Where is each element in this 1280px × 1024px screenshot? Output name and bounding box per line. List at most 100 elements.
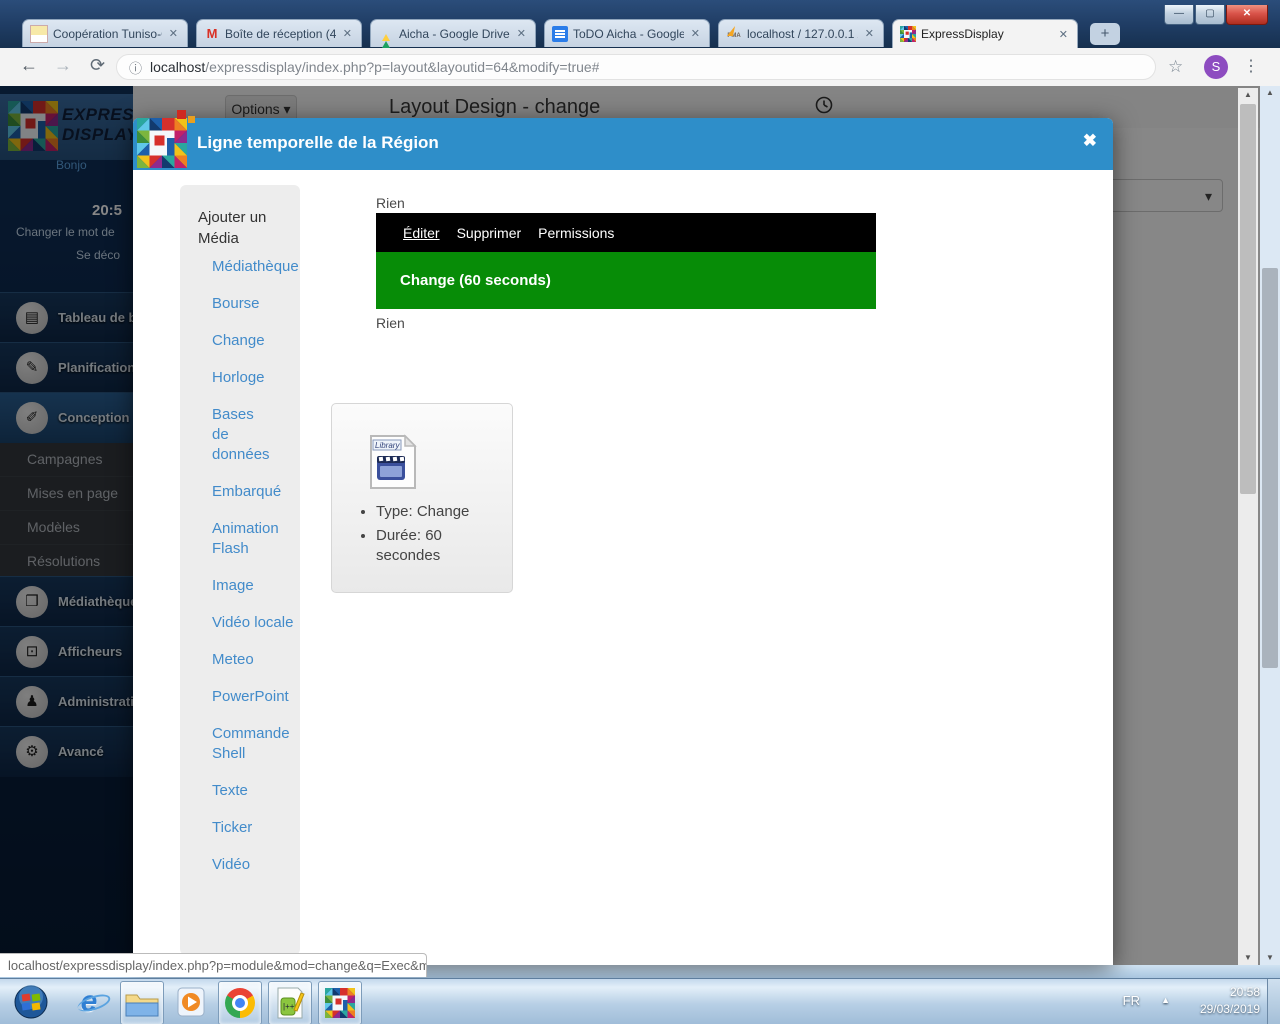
media-type-powerpoint[interactable]: PowerPoint xyxy=(212,688,289,705)
add-media-panel: Ajouter un Média Médiathèque Bourse Chan… xyxy=(180,185,300,955)
forward-icon[interactable]: → xyxy=(54,55,72,76)
scrollbar-thumb[interactable] xyxy=(1240,104,1256,494)
media-type-animation-flash[interactable]: Animation Flash xyxy=(212,520,279,557)
scroll-down-icon[interactable]: ▼ xyxy=(1260,951,1280,965)
delete-link[interactable]: Supprimer xyxy=(457,225,522,241)
media-type-texte[interactable]: Texte xyxy=(212,782,248,799)
media-type-change[interactable]: Change xyxy=(212,332,265,349)
list-item: Change xyxy=(212,331,296,351)
browser-menu-icon[interactable]: ⋮ xyxy=(1243,56,1259,76)
tray-expand-icon[interactable]: ▲ xyxy=(1161,995,1170,1005)
drive-favicon xyxy=(378,26,394,42)
ie-icon[interactable]: e xyxy=(68,981,110,1023)
media-type-list: Médiathèque Bourse Change Horloge Bases … xyxy=(212,257,296,892)
list-item: Bourse xyxy=(212,294,296,314)
list-item: Vidéo locale xyxy=(212,613,296,633)
tab-title: Aicha - Google Drive xyxy=(399,27,510,41)
tab-close-icon[interactable]: ✕ xyxy=(515,27,528,40)
tab-close-icon[interactable]: ✕ xyxy=(1057,28,1070,41)
docs-favicon xyxy=(552,26,568,42)
reload-icon[interactable]: ⟳ xyxy=(90,55,105,76)
page-scrollbar[interactable]: ▲ ▼ xyxy=(1238,88,1258,965)
start-button[interactable] xyxy=(10,981,52,1023)
timeline-start-label: Rien xyxy=(376,195,405,211)
expressdisplay-favicon xyxy=(900,26,916,42)
scroll-up-icon[interactable]: ▲ xyxy=(1260,86,1280,100)
add-media-heading: Ajouter un Média xyxy=(198,207,282,249)
media-type-video[interactable]: Vidéo xyxy=(212,856,250,873)
list-item: Médiathèque xyxy=(212,257,296,277)
phpmyadmin-favicon: PMA xyxy=(726,26,742,42)
tab-close-icon[interactable]: ✕ xyxy=(341,27,354,40)
scrollbar-thumb[interactable] xyxy=(1262,268,1278,668)
profile-avatar[interactable]: S xyxy=(1204,55,1228,79)
media-duration-value: Durée: 60 secondes xyxy=(376,526,502,566)
list-item: Image xyxy=(212,576,296,596)
permissions-link[interactable]: Permissions xyxy=(538,225,614,241)
media-type-ticker[interactable]: Ticker xyxy=(212,819,252,836)
desktop-screen: — ▢ ✕ Coopération Tuniso-C ✕ M Boîte de … xyxy=(0,0,1280,1024)
media-type-image[interactable]: Image xyxy=(212,577,254,594)
list-item: Texte xyxy=(212,781,296,801)
media-type-meteo[interactable]: Meteo xyxy=(212,651,254,668)
taskbar-clock[interactable]: 20:58 29/03/2019 xyxy=(1200,984,1260,1018)
info-icon[interactable]: ⓘ xyxy=(129,58,142,77)
tab-drive[interactable]: Aicha - Google Drive ✕ xyxy=(370,19,536,47)
list-item: Embarqué xyxy=(212,482,296,502)
media-card[interactable]: Type: Change Durée: 60 secondes xyxy=(331,403,513,593)
tab-title: ExpressDisplay xyxy=(921,27,1052,41)
media-type-horloge[interactable]: Horloge xyxy=(212,369,265,386)
minimize-button[interactable]: — xyxy=(1164,5,1194,25)
tab-docs[interactable]: ToDO Aicha - Google ✕ xyxy=(544,19,710,47)
tab-close-icon[interactable]: ✕ xyxy=(167,27,180,40)
url-host: localhost xyxy=(150,59,205,75)
new-tab-button[interactable]: + xyxy=(1090,23,1120,45)
atci-favicon xyxy=(30,25,48,43)
chrome-icon[interactable] xyxy=(218,981,262,1024)
show-desktop-button[interactable] xyxy=(1267,979,1280,1024)
library-media-icon xyxy=(369,434,417,490)
timeline-end-label: Rien xyxy=(376,315,405,331)
bookmark-star-icon[interactable]: ☆ xyxy=(1168,57,1183,77)
list-item: Meteo xyxy=(212,650,296,670)
list-item: PowerPoint xyxy=(212,687,296,707)
tab-gmail[interactable]: M Boîte de réception (4 ✕ xyxy=(196,19,362,47)
tab-cooperation[interactable]: Coopération Tuniso-C ✕ xyxy=(22,19,188,47)
timeline-item-change[interactable]: Change (60 seconds) xyxy=(376,252,876,309)
tab-close-icon[interactable]: ✕ xyxy=(863,27,876,40)
media-player-icon[interactable] xyxy=(170,981,212,1023)
close-icon[interactable]: ✖ xyxy=(1083,131,1097,151)
status-bar: localhost/expressdisplay/index.php?p=mod… xyxy=(0,953,427,977)
scroll-up-icon[interactable]: ▲ xyxy=(1238,88,1258,102)
browser-scrollbar[interactable]: ▲ ▼ xyxy=(1260,86,1280,965)
media-type-commande-shell[interactable]: Commande Shell xyxy=(212,725,290,762)
maximize-button[interactable]: ▢ xyxy=(1195,5,1225,25)
url-text: localhost/expressdisplay/index.php?p=lay… xyxy=(150,59,599,75)
address-bar[interactable]: ⓘ localhost/expressdisplay/index.php?p=l… xyxy=(116,54,1156,80)
logo-accent xyxy=(188,116,195,123)
edit-link[interactable]: Éditer xyxy=(403,225,440,241)
media-type-bases-de-donnees[interactable]: Bases de données xyxy=(212,406,270,463)
media-type-embarque[interactable]: Embarqué xyxy=(212,483,281,500)
tab-phpmyadmin[interactable]: PMA localhost / 127.0.0.1 / ✕ xyxy=(718,19,884,47)
tab-close-icon[interactable]: ✕ xyxy=(689,27,702,40)
list-item: Vidéo xyxy=(212,855,296,875)
media-type-bourse[interactable]: Bourse xyxy=(212,295,260,312)
window-controls: — ▢ ✕ xyxy=(1163,5,1268,25)
tab-expressdisplay-active[interactable]: ExpressDisplay ✕ xyxy=(892,19,1078,48)
language-indicator[interactable]: FR xyxy=(1123,993,1140,1008)
media-type-video-locale[interactable]: Vidéo locale xyxy=(212,614,293,631)
explorer-icon[interactable] xyxy=(120,981,164,1024)
url-path: /expressdisplay/index.php?p=layout&layou… xyxy=(205,59,599,75)
tab-title: Boîte de réception (4 xyxy=(225,27,336,41)
tab-title: ToDO Aicha - Google xyxy=(573,27,684,41)
scroll-down-icon[interactable]: ▼ xyxy=(1238,951,1258,965)
list-item: Ticker xyxy=(212,818,296,838)
back-icon[interactable]: ← xyxy=(20,55,38,76)
close-window-button[interactable]: ✕ xyxy=(1226,5,1268,25)
list-item: Animation Flash xyxy=(212,519,296,559)
notepad-plus-icon[interactable] xyxy=(268,981,312,1024)
modal-header: Ligne temporelle de la Région ✖ xyxy=(133,118,1113,170)
media-type-mediatheque[interactable]: Médiathèque xyxy=(212,258,299,275)
expressdisplay-app-icon[interactable] xyxy=(318,981,362,1024)
